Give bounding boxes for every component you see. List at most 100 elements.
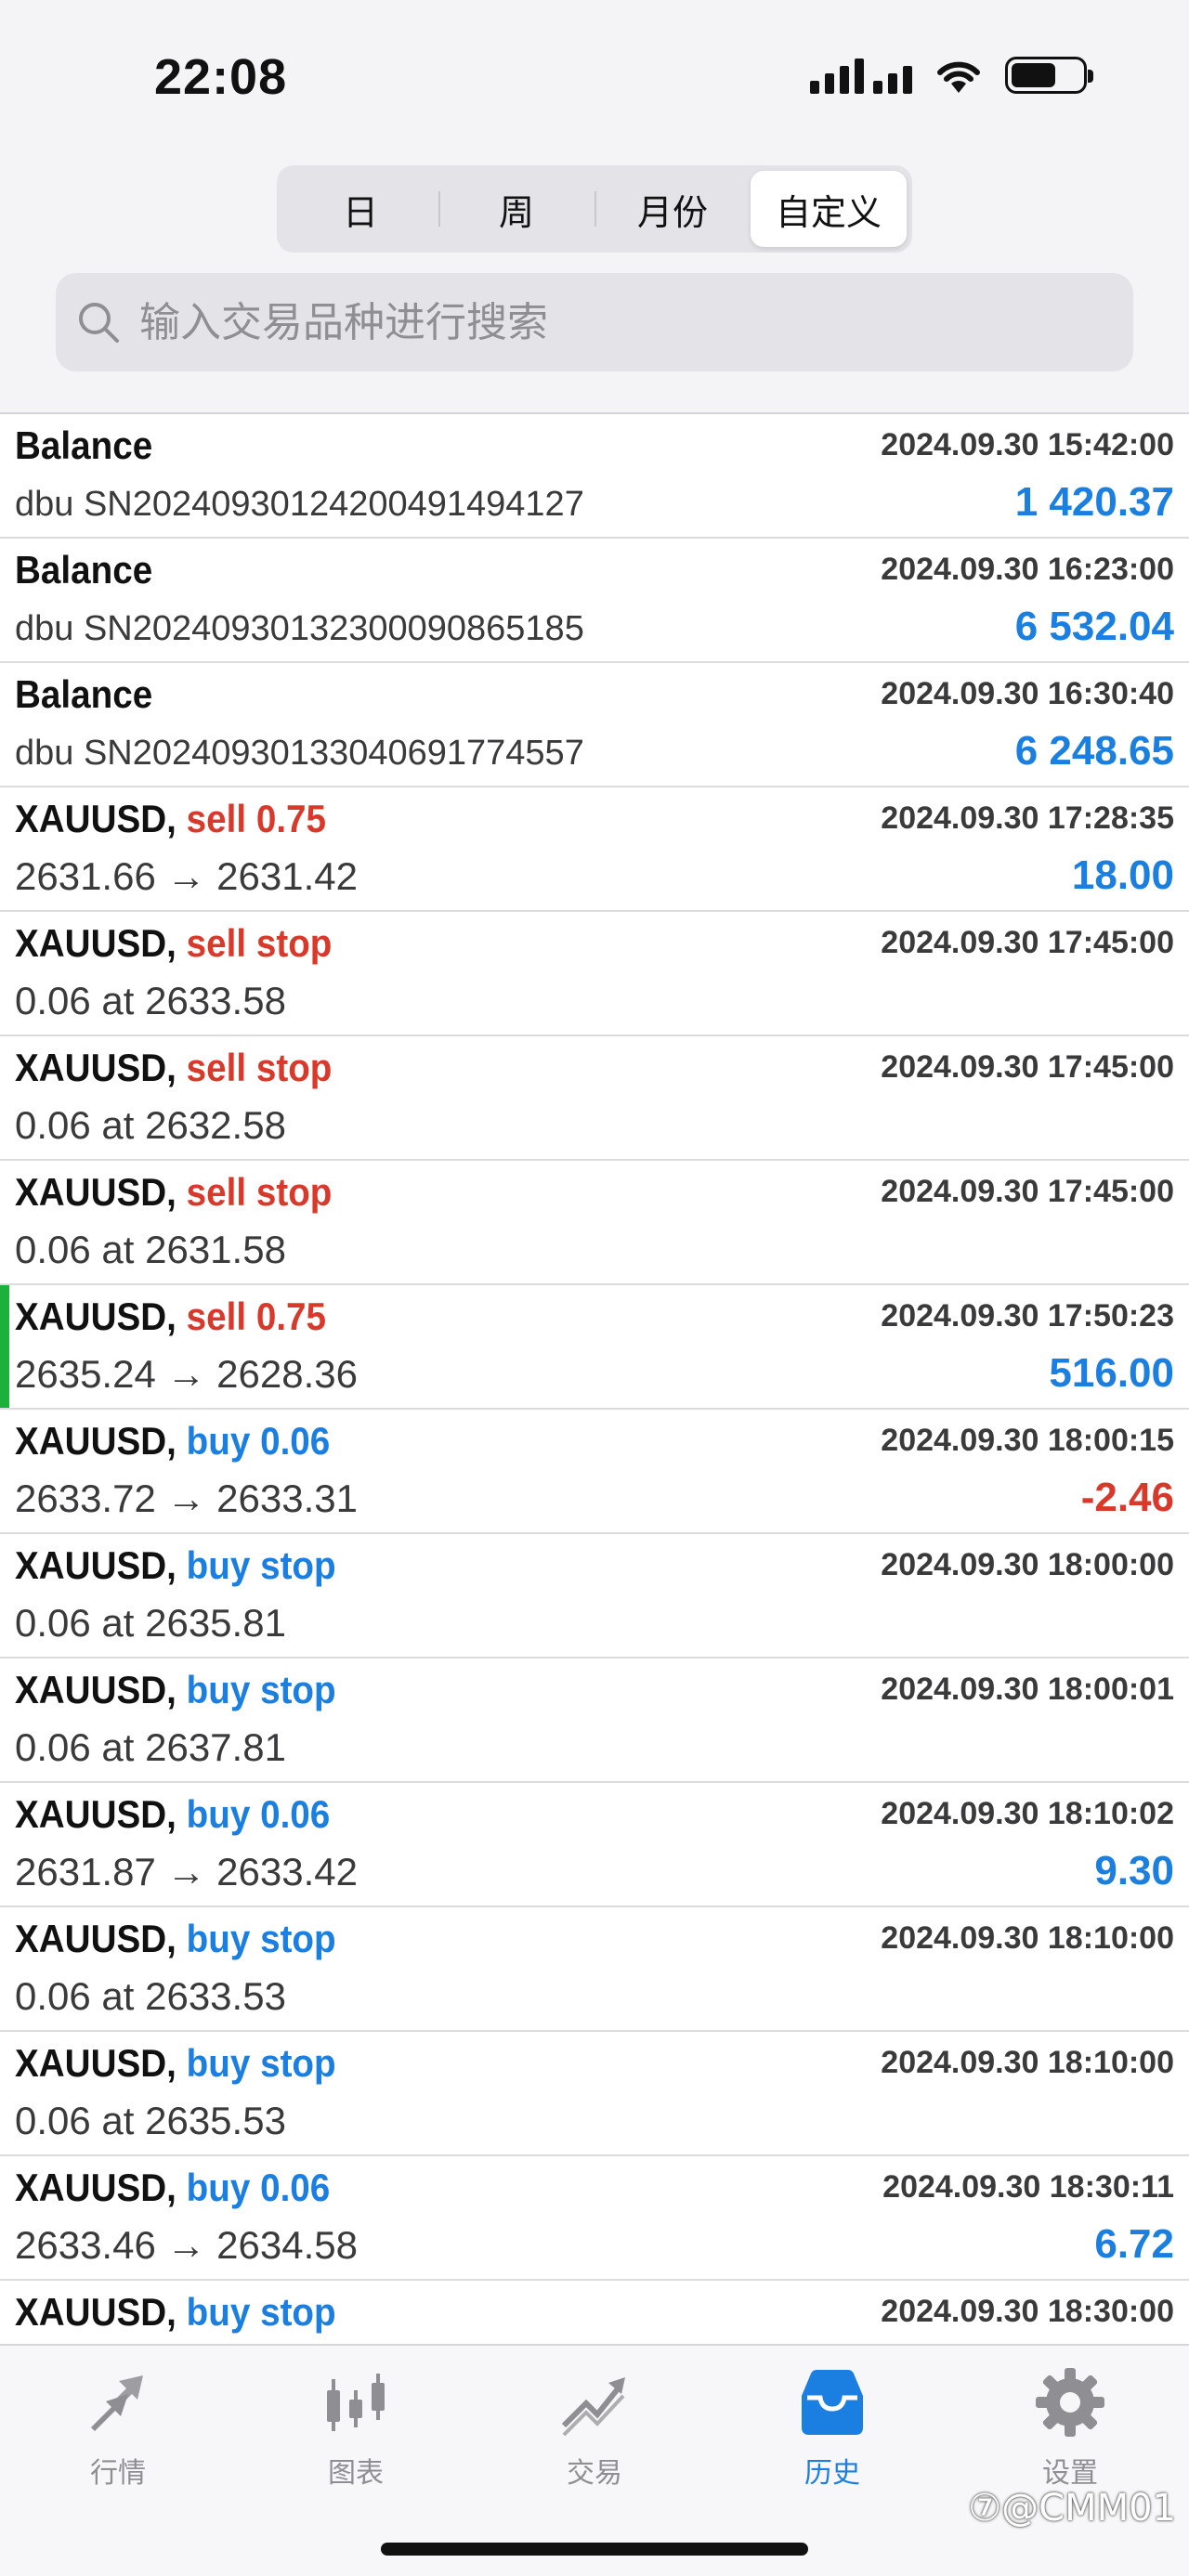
history-list: Balance 2024.09.30 15:42:00 dbu SN20240930…	[0, 414, 1189, 2344]
tab-trade[interactable]: 交易	[502, 2362, 687, 2491]
row-title: XAUUSD, sell 0.75	[15, 1295, 326, 1339]
tab-settings[interactable]: 设置	[977, 2362, 1163, 2491]
row-symbol: Balance	[15, 548, 153, 592]
row-order-side: sell stop	[186, 1170, 333, 1214]
segment-day[interactable]: 日	[282, 171, 438, 247]
row-order-side: buy 0.06	[186, 1419, 331, 1463]
row-datetime: 2024.09.30 17:45:00	[881, 1049, 1174, 1085]
home-indicator[interactable]	[381, 2543, 808, 2556]
row-profit: 516.00	[1049, 1350, 1174, 1396]
row-detail: 0.06 at 2635.53	[15, 2099, 286, 2142]
row-datetime: 2024.09.30 18:30:00	[881, 2294, 1174, 2329]
history-row[interactable]: Balance 2024.09.30 15:42:00 dbu SN20240930…	[0, 414, 1189, 539]
history-row[interactable]: Balance 2024.09.30 16:30:40 dbu SN20240930…	[0, 663, 1189, 787]
row-detail: dbu SN2024093012420049149412​7	[15, 485, 584, 524]
row-title: XAUUSD, sell 0.75	[15, 797, 326, 841]
segment-custom[interactable]: 自定义	[751, 171, 907, 247]
history-row[interactable]: Balance 2024.09.30 16:23:00 dbu SN20240930…	[0, 539, 1189, 663]
row-profit: 6 248.65	[1014, 728, 1174, 774]
row-order-side: buy stop	[186, 2290, 336, 2334]
row-detail: 2631.66 → 2631.42	[15, 854, 358, 898]
row-order-side: sell stop	[186, 921, 333, 965]
row-symbol: XAUUSD,	[15, 1046, 176, 1089]
status-bar: 22:08	[0, 0, 1189, 149]
row-datetime: 2024.09.30 16:30:40	[881, 676, 1174, 711]
history-row[interactable]: XAUUSD, buy 0.06 2024.09.30 18:00:15 2633.…	[0, 1410, 1189, 1534]
history-row[interactable]: XAUUSD, buy 0.06 2024.09.30 18:10:02 2631.…	[0, 1783, 1189, 1907]
row-symbol: XAUUSD,	[15, 797, 176, 840]
history-row[interactable]: XAUUSD, buy 0.06 2024.09.30 18:30:11 2633.…	[0, 2156, 1189, 2281]
history-row[interactable]: XAUUSD, buy stop 2024.09.30 18:00:01 0.06 …	[0, 1659, 1189, 1783]
row-datetime: 2024.09.30 18:00:01	[881, 1672, 1174, 1707]
row-datetime: 2024.09.30 17:28:35	[881, 800, 1174, 836]
row-order-side: buy stop	[186, 1668, 336, 1711]
history-row[interactable]: XAUUSD, buy stop 2024.09.30 18:30:00	[0, 2281, 1189, 2344]
trade-icon	[561, 2377, 625, 2437]
row-symbol: XAUUSD,	[15, 1419, 176, 1463]
row-title: XAUUSD, buy 0.06	[15, 1792, 330, 1837]
history-row[interactable]: XAUUSD, sell 0.75 2024.09.30 17:28:35 2631…	[0, 787, 1189, 912]
tab-label: 行情	[90, 2457, 146, 2490]
history-row[interactable]: XAUUSD, sell stop 2024.09.30 17:45:00 0.06…	[0, 912, 1189, 1036]
segment-week[interactable]: 周	[438, 171, 594, 247]
row-symbol: XAUUSD,	[15, 2166, 176, 2209]
settings-icon	[1036, 2368, 1104, 2437]
row-profit: 6 532.04	[1014, 604, 1174, 649]
battery-icon	[1005, 57, 1093, 94]
tab-quotes[interactable]: 行情	[25, 2362, 211, 2491]
row-title: XAUUSD, buy 0.06	[15, 1419, 330, 1464]
status-icons	[810, 56, 1093, 95]
row-detail: 0.06 at 2632.58	[15, 1103, 286, 1147]
row-datetime: 2024.09.30 15:42:00	[881, 427, 1174, 462]
tab-label: 交易	[567, 2457, 622, 2490]
row-datetime: 2024.09.30 16:23:00	[881, 552, 1174, 587]
history-row[interactable]: XAUUSD, buy stop 2024.09.30 18:00:00 0.06 …	[0, 1534, 1189, 1659]
row-title: XAUUSD, buy stop	[15, 2290, 336, 2335]
row-title: XAUUSD, sell stop	[15, 1046, 332, 1090]
row-order-side: buy stop	[186, 1543, 336, 1587]
history-row[interactable]: XAUUSD, sell 0.75 2024.09.30 17:50:23 2635…	[0, 1285, 1189, 1410]
row-detail: dbu SN20240930133040691774557	[15, 734, 584, 773]
quotes-icon	[91, 2375, 143, 2431]
history-row[interactable]: XAUUSD, sell stop 2024.09.30 17:45:00 0.06…	[0, 1036, 1189, 1161]
row-detail: 2635.24 → 2628.36	[15, 1352, 358, 1396]
row-profit: 6.72	[1094, 2221, 1174, 2267]
period-segmented-control: 日 周 月份 自定义	[277, 165, 912, 253]
row-title: XAUUSD, buy 0.06	[15, 2166, 330, 2210]
row-symbol: XAUUSD,	[15, 2041, 176, 2085]
row-symbol: Balance	[15, 423, 153, 467]
row-datetime: 2024.09.30 17:45:00	[881, 1174, 1174, 1209]
row-symbol: XAUUSD,	[15, 1917, 176, 1960]
wifi-icon	[937, 61, 980, 93]
chart-icon	[327, 2374, 385, 2431]
row-datetime: 2024.09.30 18:10:00	[881, 2045, 1174, 2080]
tab-history[interactable]: 历史	[739, 2362, 925, 2491]
row-detail: dbu SN20240930132300090865185	[15, 609, 584, 648]
row-title: XAUUSD, buy stop	[15, 2041, 336, 2086]
segment-month[interactable]: 月份	[594, 171, 751, 247]
row-title: Balance	[15, 672, 152, 717]
tab-bar: 行情 图表 交易 历史 设置 ⑦@CMM01	[0, 2344, 1189, 2576]
row-title: Balance	[15, 548, 152, 592]
row-profit: 9.30	[1094, 1848, 1174, 1893]
history-row[interactable]: XAUUSD, sell stop 2024.09.30 17:45:00 0.06…	[0, 1161, 1189, 1285]
row-detail: 0.06 at 2637.81	[15, 1725, 286, 1769]
search-bar[interactable]	[56, 273, 1133, 371]
row-title: XAUUSD, buy stop	[15, 1668, 336, 1712]
history-row[interactable]: XAUUSD, buy stop 2024.09.30 18:10:00 0.06 …	[0, 1907, 1189, 2032]
row-symbol: XAUUSD,	[15, 1543, 176, 1587]
row-detail: 0.06 at 2635.81	[15, 1601, 286, 1645]
row-detail: 2631.87 → 2633.42	[15, 1850, 358, 1893]
row-symbol: XAUUSD,	[15, 2290, 176, 2334]
row-symbol: XAUUSD,	[15, 921, 176, 965]
row-order-side: sell 0.75	[186, 1295, 327, 1338]
row-order-side: buy stop	[186, 2041, 336, 2085]
tab-chart[interactable]: 图表	[263, 2362, 449, 2491]
tab-label: 历史	[804, 2457, 860, 2490]
row-profit: 18.00	[1071, 852, 1174, 898]
search-input[interactable]	[139, 298, 1068, 346]
history-header: 日 周 月份 自定义	[0, 149, 1189, 414]
row-detail: 0.06 at 2633.53	[15, 1974, 286, 2018]
tab-label: 设置	[1042, 2457, 1098, 2490]
history-row[interactable]: XAUUSD, buy stop 2024.09.30 18:10:00 0.06 …	[0, 2032, 1189, 2156]
